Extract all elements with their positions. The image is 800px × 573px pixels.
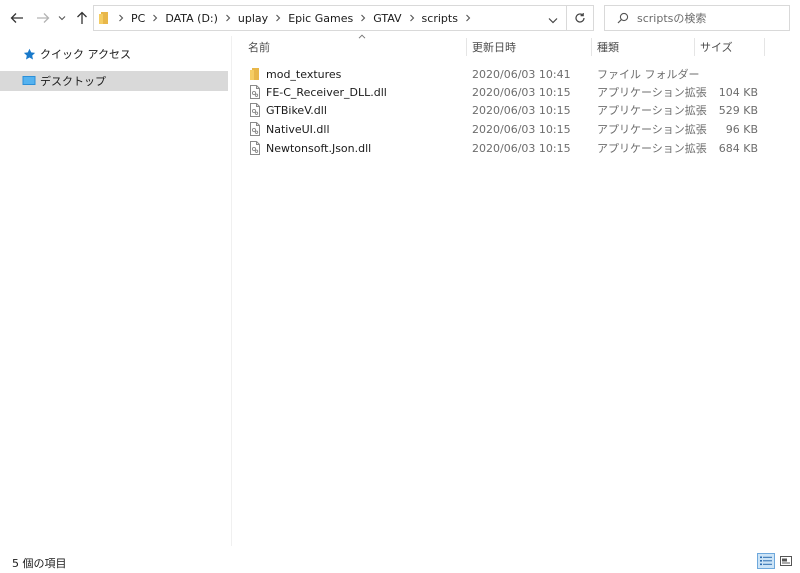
file-type: アプリケーション拡張	[597, 104, 707, 117]
file-name-cell: mod_textures	[248, 67, 341, 81]
file-name-cell: NativeUI.dll	[248, 122, 330, 136]
status-bar: 5 個の項目	[0, 548, 800, 573]
file-name: Newtonsoft.Json.dll	[266, 141, 372, 155]
back-arrow-icon	[10, 13, 23, 23]
item-count: 5 個の項目	[12, 557, 67, 570]
folder-icon	[99, 12, 108, 24]
dll-file-icon	[248, 122, 262, 136]
column-divider[interactable]	[694, 38, 695, 56]
nav-item-desktop[interactable]: デスクトップ	[0, 71, 228, 91]
refresh-button[interactable]	[567, 5, 594, 31]
chevron-right-icon[interactable]	[461, 6, 475, 30]
file-type: アプリケーション拡張	[597, 123, 707, 136]
column-divider[interactable]	[466, 38, 467, 56]
column-divider[interactable]	[764, 38, 765, 56]
column-header-label: 更新日時	[472, 41, 516, 54]
file-name: GTBikeV.dll	[266, 103, 327, 117]
file-date: 2020/06/03 10:15	[472, 141, 571, 155]
column-header-label: 名前	[248, 41, 270, 54]
chevron-right-icon[interactable]	[356, 6, 370, 30]
chevron-right-icon[interactable]	[114, 6, 128, 30]
recent-locations-button[interactable]	[55, 7, 69, 29]
column-header-name[interactable]: 名前	[248, 34, 468, 58]
file-date: 2020/06/03 10:41	[472, 67, 571, 81]
up-arrow-icon	[77, 11, 87, 24]
large-icons-view-button[interactable]	[777, 553, 795, 569]
breadcrumb-epic-games[interactable]: Epic Games	[285, 12, 356, 25]
file-row-gtbikev[interactable]: GTBikeV.dll 2020/06/03 10:15 アプリケーション拡張 …	[248, 101, 778, 119]
column-header-label: 種類	[597, 41, 619, 54]
details-view-button[interactable]	[757, 553, 775, 569]
desktop-icon	[22, 74, 36, 88]
chevron-right-icon[interactable]	[148, 6, 162, 30]
sort-ascending-icon	[358, 34, 366, 39]
address-bar[interactable]: PC DATA (D:) uplay Epic Games GTAV scrip…	[93, 5, 567, 31]
column-header-size[interactable]: サイズ	[700, 36, 764, 58]
file-row-mod-textures[interactable]: mod_textures 2020/06/03 10:41 ファイル フォルダー	[248, 65, 778, 83]
file-name: mod_textures	[266, 67, 342, 81]
large-icons-view-icon	[780, 556, 792, 566]
file-type: アプリケーション拡張	[597, 86, 707, 99]
breadcrumb-scripts[interactable]: scripts	[419, 12, 461, 25]
navigation-pane: クイック アクセス デスクトップ	[0, 36, 232, 546]
file-type: ファイル フォルダー	[597, 68, 700, 81]
file-row-nativeui[interactable]: NativeUI.dll 2020/06/03 10:15 アプリケーション拡張…	[248, 120, 778, 138]
column-divider[interactable]	[591, 38, 592, 56]
forward-button[interactable]	[33, 7, 53, 29]
forward-arrow-icon	[37, 13, 50, 23]
refresh-icon	[575, 13, 585, 23]
chevron-down-icon	[58, 16, 66, 21]
search-placeholder: scriptsの検索	[637, 12, 707, 25]
file-date: 2020/06/03 10:15	[472, 103, 571, 117]
folder-icon	[248, 67, 262, 81]
details-view-icon	[760, 556, 772, 566]
file-name-cell: FE-C_Receiver_DLL.dll	[248, 85, 387, 99]
star-icon	[22, 47, 36, 61]
file-name-cell: Newtonsoft.Json.dll	[248, 141, 371, 155]
search-icon	[617, 12, 629, 24]
column-header-date[interactable]: 更新日時	[472, 36, 592, 58]
file-name-cell: GTBikeV.dll	[248, 103, 327, 117]
column-header-type[interactable]: 種類	[597, 36, 697, 58]
address-toolbar: PC DATA (D:) uplay Epic Games GTAV scrip…	[0, 0, 800, 36]
file-name: FE-C_Receiver_DLL.dll	[266, 85, 387, 99]
file-row-newtonsoft-json[interactable]: Newtonsoft.Json.dll 2020/06/03 10:15 アプリ…	[248, 139, 778, 157]
file-row-fe-c-receiver[interactable]: FE-C_Receiver_DLL.dll 2020/06/03 10:15 ア…	[248, 83, 778, 101]
file-size: 684 KB	[718, 141, 758, 155]
file-size: 529 KB	[718, 103, 758, 117]
nav-item-quick-access[interactable]: クイック アクセス	[0, 44, 228, 64]
breadcrumb-gtav[interactable]: GTAV	[370, 12, 404, 25]
chevron-right-icon[interactable]	[271, 6, 285, 30]
back-button[interactable]	[7, 7, 27, 29]
file-size: 104 KB	[718, 85, 758, 99]
file-date: 2020/06/03 10:15	[472, 122, 571, 136]
up-button[interactable]	[72, 7, 92, 29]
breadcrumb: PC DATA (D:) uplay Epic Games GTAV scrip…	[114, 6, 475, 30]
chevron-down-icon	[548, 18, 558, 24]
file-list: 名前 更新日時 種類 サイズ mod_textures 2020/06/03 1…	[240, 34, 800, 546]
breadcrumb-uplay[interactable]: uplay	[235, 12, 271, 25]
dll-file-icon	[248, 141, 262, 155]
file-date: 2020/06/03 10:15	[472, 85, 571, 99]
dll-file-icon	[248, 103, 262, 117]
address-dropdown-button[interactable]	[548, 14, 558, 27]
search-box[interactable]: scriptsの検索	[604, 5, 790, 31]
file-type: アプリケーション拡張	[597, 142, 707, 155]
column-header-label: サイズ	[700, 41, 733, 54]
nav-item-label: デスクトップ	[40, 75, 106, 88]
dll-file-icon	[248, 85, 262, 99]
file-name: NativeUI.dll	[266, 122, 330, 136]
breadcrumb-data-drive[interactable]: DATA (D:)	[162, 12, 221, 25]
chevron-right-icon[interactable]	[405, 6, 419, 30]
file-size: 96 KB	[725, 122, 758, 136]
chevron-right-icon[interactable]	[221, 6, 235, 30]
nav-item-label: クイック アクセス	[40, 48, 131, 61]
breadcrumb-pc[interactable]: PC	[128, 12, 148, 25]
